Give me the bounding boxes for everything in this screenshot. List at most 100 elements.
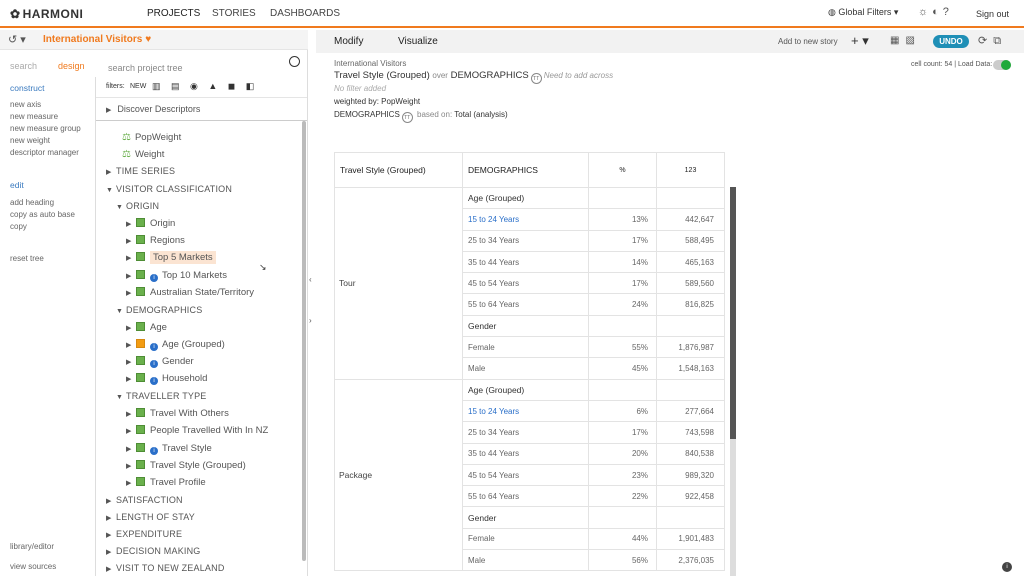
tree-node[interactable]: ▶ i Gender [126,356,194,368]
tab-visualize[interactable]: Visualize [398,36,438,47]
tree-node[interactable]: ▶ i Age (Grouped) [126,339,225,351]
count-cell: 1,548,163 [656,357,725,380]
info-icon[interactable]: i [1002,562,1012,572]
add-plus-icon[interactable]: + ▾ [851,33,869,49]
global-filters-menu[interactable]: ◍ Global Filters ▾ [828,7,898,18]
filter-icons[interactable]: ▥ ▤ ◉ ▲ ◼ ◧ [152,81,258,92]
tab-design[interactable]: design [58,61,85,71]
variable-icon [136,339,145,348]
header-row-axis[interactable]: Travel Style (Grouped) [334,152,463,188]
tree-node[interactable]: ▶ People Travelled With In NZ [126,425,268,436]
tree-node[interactable]: ▼ ORIGIN [116,201,159,211]
cmd-reset-tree[interactable]: reset tree [10,254,44,263]
global-filters-label: Global Filters [838,7,892,17]
cmd-new-measure[interactable]: new measure [10,112,58,121]
add-to-new-story-link[interactable]: Add to new story [778,37,838,46]
tree-node[interactable]: ▶ Travel With Others [126,408,229,419]
view-sources-link[interactable]: view sources [10,562,56,571]
caret-right-icon: ▶ [106,169,112,176]
tree-node-label: ORIGIN [126,201,160,211]
library-editor-link[interactable]: library/editor [10,542,54,551]
nav-tab-projects[interactable]: PROJECTS [147,8,200,19]
nav-tab-stories[interactable]: STORIES [212,8,256,19]
count-cell: 465,163 [656,250,725,274]
row-label: 55 to 64 Years [462,485,589,508]
section-heading: Age (Grouped) [462,378,589,401]
header-col-axis[interactable]: DEMOGRAPHICS [462,152,589,188]
header-percent[interactable]: % [588,152,657,188]
tree-node[interactable]: ▼ DEMOGRAPHICS [116,305,202,315]
search-project-tree-input[interactable] [108,60,298,75]
search-icon[interactable] [289,56,300,67]
caret-right-icon: ▶ [126,221,132,228]
expand-right-arrow-icon[interactable]: › [309,316,312,325]
load-data-toggle[interactable] [993,60,1011,70]
tree-node[interactable]: ⚖ PopWeight [122,132,181,143]
tree-node[interactable]: ▶ Origin [126,218,175,229]
tree-node[interactable]: ▶ Age [126,322,167,333]
weight-value[interactable]: PopWeight [381,97,420,106]
tree-node[interactable]: ▶ Australian State/Territory [126,287,254,298]
nav-tab-dashboards[interactable]: DASHBOARDS [270,8,340,19]
weighted-by-label: weighted by: [334,97,379,106]
tree-node[interactable]: ▶ VISIT TO NEW ZEALAND [106,563,225,573]
cmd-descriptor-manager[interactable]: descriptor manager [10,148,79,157]
tree-node-label: Top 5 Markets [150,251,216,264]
heart-icon[interactable]: ♥ [145,34,151,45]
tree-node[interactable]: ▶ Travel Profile [126,477,206,488]
tree-node[interactable]: ▶ Regions [126,235,185,246]
tree-node[interactable]: ▶ EXPENDITURE [106,529,182,539]
collapse-left-arrow-icon[interactable]: ‹ [309,275,312,284]
tree-node[interactable]: ▶ SATISFACTION [106,495,183,505]
tree-node[interactable]: ⚖ Weight [122,149,164,160]
cmd-new-weight[interactable]: new weight [10,136,50,145]
variable-icon [136,270,145,279]
no-filter-label[interactable]: No filter added [334,84,386,93]
refresh-and-popout-icons[interactable]: ⟳⧉ [978,34,1007,48]
cmd-copy-as-auto-base[interactable]: copy as auto base [10,210,75,219]
undo-button[interactable]: UNDO [933,35,969,48]
variable-icon [136,443,145,452]
percent-cell: 24% [588,293,657,316]
tree-node-selected[interactable]: ▶ Top 5 Markets [126,251,216,264]
project-title[interactable]: International Visitors ♥ [43,34,151,45]
tree-node[interactable]: ▶ DECISION MAKING [106,546,201,556]
cmd-construct[interactable]: construct [10,83,45,93]
group-cell: Package [334,378,463,572]
sign-out-link[interactable]: Sign out [976,9,1009,19]
tree-node[interactable]: ▶ i Travel Style [126,443,212,455]
filter-new[interactable]: NEW [130,83,146,90]
report-panel: Modify Visualize Add to new story + ▾ ▦▧… [316,30,1024,576]
table-scrollbar[interactable] [730,187,736,576]
caret-right-icon: ▶ [126,325,132,332]
export-icons[interactable]: ▦▧ [890,35,921,46]
cmd-copy[interactable]: copy [10,222,27,231]
harmoni-logo[interactable]: ✿ HARMONI [10,7,83,21]
discover-descriptors[interactable]: ▶ Discover Descriptors [106,104,200,114]
table-scrollbar-thumb[interactable] [730,187,736,439]
bell-icon[interactable]: ☼ [918,6,928,18]
base-value[interactable]: Total (analysis) [454,110,507,119]
tree-node[interactable]: ▶ i Household [126,373,207,385]
help-icon[interactable]: ? [943,6,949,18]
report-row-axis[interactable]: Travel Style (Grouped) [334,70,430,81]
tree-node[interactable]: ▶ TIME SERIES [106,166,175,176]
tree-node[interactable]: ▶ i Top 10 Markets [126,270,227,282]
globe-icon: ◍ [828,7,839,17]
history-icon[interactable]: ↺ ▾ [8,33,26,46]
tab-modify[interactable]: Modify [334,36,363,47]
tree-scrollbar[interactable] [302,121,306,561]
cmd-add-heading[interactable]: add heading [10,198,54,207]
cmd-new-axis[interactable]: new axis [10,100,41,109]
tree-node[interactable]: ▼ VISITOR CLASSIFICATION [106,184,232,194]
tree-node[interactable]: ▼ TRAVELLER TYPE [116,391,207,401]
base-axis[interactable]: DEMOGRAPHICS [334,110,400,119]
tab-search[interactable]: search [10,61,37,71]
contrast-icon[interactable]: ◐ [932,6,939,18]
cmd-new-measure-group[interactable]: new measure group [10,124,81,133]
cmd-edit[interactable]: edit [10,180,24,190]
tree-node[interactable]: ▶ LENGTH OF STAY [106,512,195,522]
report-col-axis[interactable]: DEMOGRAPHICS [451,70,529,81]
tree-node[interactable]: ▶ Travel Style (Grouped) [126,460,246,471]
header-count[interactable]: 123 [656,152,725,188]
